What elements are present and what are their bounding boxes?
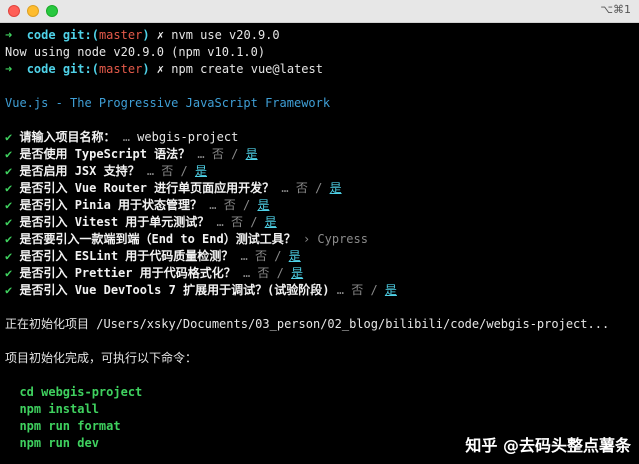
option-yes: 是: [264, 215, 277, 229]
prompt-git: git:(: [62, 28, 99, 42]
question-line: ✔ 是否引入 ESLint 用于代码质量检测？ … 否 / 是: [5, 248, 639, 265]
check-icon: ✔: [5, 130, 13, 144]
prompt-git-close: ): [142, 28, 150, 42]
option-yes: 是: [288, 249, 301, 263]
option-slash: /: [173, 164, 195, 178]
question-sep: …: [202, 198, 224, 212]
question-line: ✔ 是否引入 Vitest 用于单元测试？ … 否 / 是: [5, 214, 639, 231]
option-slash: /: [307, 181, 330, 195]
command-text: npm create vue@latest: [171, 62, 323, 76]
prompt-branch: master: [98, 28, 143, 42]
question-sep: ›: [295, 232, 318, 246]
question-sep: …: [233, 249, 255, 263]
option-yes: 是: [329, 181, 342, 195]
option-no: 否: [211, 147, 224, 161]
prompt-arrow: ➜: [5, 62, 13, 76]
prompt-git: git:(: [62, 62, 99, 76]
question-label: 是否引入 Vue DevTools 7 扩展用于调试？(试验阶段): [19, 283, 330, 297]
prompt-arrow: ➜: [5, 28, 13, 42]
command-text: nvm use v20.9.0: [171, 28, 280, 42]
question-answer: webgis-project: [137, 130, 239, 144]
nvm-output: Now using node v20.9.0 (npm v10.1.0): [5, 45, 266, 59]
question-label: 是否使用 TypeScript 语法？: [19, 147, 191, 161]
option-no: 否: [161, 164, 174, 178]
option-yes: 是: [384, 283, 397, 297]
done-message: 项目初始化完成，可执行以下命令：: [5, 351, 198, 365]
question-line: ✔ 是否引入 Vue Router 进行单页面应用开发？ … 否 / 是: [5, 180, 639, 197]
option-yes: 是: [194, 164, 207, 178]
question-sep: …: [274, 181, 296, 195]
question-sep: …: [329, 283, 352, 297]
option-no: 否: [257, 266, 270, 280]
option-yes: 是: [245, 147, 258, 161]
option-slash: /: [223, 147, 246, 161]
vue-banner: Vue.js - The Progressive JavaScript Fram…: [5, 96, 331, 110]
prompt-line: ➜ code git:(master) ✗ npm create vue@lat…: [5, 61, 639, 78]
next-command-text: npm run dev: [19, 436, 99, 450]
prompt-line: ➜ code git:(master) ✗ nvm use v20.9.0: [5, 27, 639, 44]
option-slash: /: [363, 283, 385, 297]
question-line: ✔ 是否引入 Prettier 用于代码格式化？ … 否 / 是: [5, 265, 639, 282]
question-line: ✔ 是否启用 JSX 支持？ … 否 / 是: [5, 163, 639, 180]
init-message: 正在初始化项目 /Users/xsky/Documents/03_person/…: [5, 317, 610, 331]
option-no: 否: [295, 181, 308, 195]
question-line: ✔ 是否要引入一款端到端（End to End）测试工具？ › Cypress: [5, 231, 639, 248]
question-label: 是否引入 Vue Router 进行单页面应用开发？: [19, 181, 275, 195]
check-icon: ✔: [5, 283, 13, 297]
next-command-text: cd webgis-project: [19, 385, 143, 399]
question-label: 请输入项目名称：: [19, 130, 116, 144]
option-no: 否: [223, 198, 236, 212]
question-line: ✔ 请输入项目名称： … webgis-project: [5, 129, 639, 146]
next-command-text: npm run format: [19, 419, 121, 433]
window-titlebar: ⌥⌘1: [0, 0, 639, 23]
prompt-git-close: ): [142, 62, 150, 76]
question-label: 是否引入 Pinia 用于状态管理？: [19, 198, 203, 212]
option-slash: /: [266, 249, 289, 263]
option-slash: /: [269, 266, 292, 280]
check-icon: ✔: [5, 215, 13, 229]
check-icon: ✔: [5, 266, 13, 280]
option-yes: 是: [291, 266, 304, 280]
window-shortcut: ⌥⌘1: [600, 3, 631, 16]
zoom-window-button[interactable]: [46, 5, 58, 17]
option-yes: 是: [257, 198, 270, 212]
check-icon: ✔: [5, 147, 13, 161]
check-icon: ✔: [5, 181, 13, 195]
prompt-dirty: ✗: [156, 62, 165, 76]
question-label: 是否引入 Prettier 用于代码格式化？: [19, 266, 236, 280]
option-no: 否: [351, 283, 364, 297]
question-line: ✔ 是否使用 TypeScript 语法？ … 否 / 是: [5, 146, 639, 163]
option-no: 否: [230, 215, 243, 229]
question-sep: …: [115, 130, 138, 144]
next-command-text: npm install: [19, 402, 99, 416]
terminal-output[interactable]: ➜ code git:(master) ✗ nvm use v20.9.0 No…: [5, 27, 639, 452]
close-window-button[interactable]: [8, 5, 20, 17]
check-icon: ✔: [5, 249, 13, 263]
minimize-window-button[interactable]: [27, 5, 39, 17]
prompt-dir: code: [26, 28, 56, 42]
watermark: 知乎 @去码头整点薯条: [465, 436, 631, 455]
question-sep: …: [190, 147, 212, 161]
next-command: npm install: [5, 401, 639, 418]
question-label: 是否引入 ESLint 用于代码质量检测？: [19, 249, 234, 263]
question-line: ✔ 是否引入 Vue DevTools 7 扩展用于调试？(试验阶段) … 否 …: [5, 282, 639, 299]
question-sep: …: [235, 266, 258, 280]
question-label: 是否启用 JSX 支持？: [19, 164, 140, 178]
option-slash: /: [242, 215, 265, 229]
option-slash: /: [235, 198, 258, 212]
question-line: ✔ 是否引入 Pinia 用于状态管理？ … 否 / 是: [5, 197, 639, 214]
question-label: 是否引入 Vitest 用于单元测试？: [19, 215, 210, 229]
prompt-dir: code: [26, 62, 56, 76]
question-sep: …: [139, 164, 162, 178]
check-icon: ✔: [5, 198, 13, 212]
prompt-branch: master: [98, 62, 143, 76]
option-no: 否: [254, 249, 267, 263]
question-answer: Cypress: [317, 232, 368, 246]
check-icon: ✔: [5, 164, 13, 178]
question-label: 是否要引入一款端到端（End to End）测试工具？: [19, 232, 296, 246]
check-icon: ✔: [5, 232, 13, 246]
next-command: cd webgis-project: [5, 384, 639, 401]
question-sep: …: [209, 215, 231, 229]
prompt-dirty: ✗: [156, 28, 165, 42]
